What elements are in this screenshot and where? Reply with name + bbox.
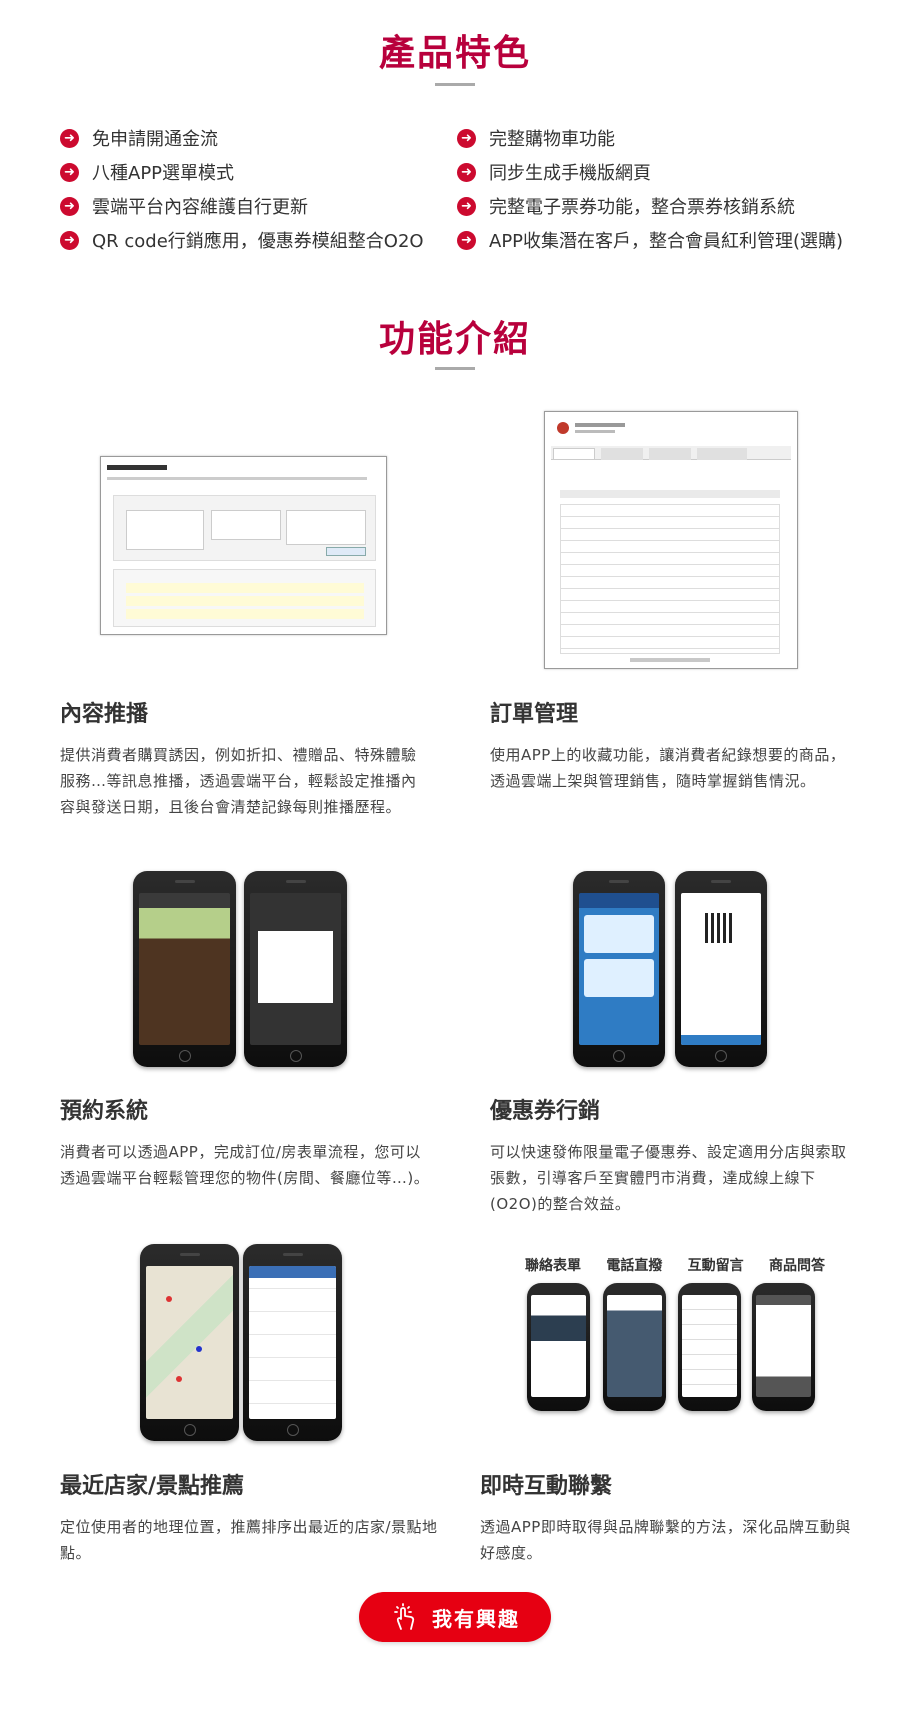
feature-description: 透過APP即時取得與品牌聯繫的方法，深化品牌互動與好感度。 [480, 1518, 851, 1562]
contact-form-phone [527, 1283, 590, 1411]
functions-title: 功能介紹 [378, 319, 531, 360]
feature-reservation: 預約系統 消費者可以透過APP，完成訂位/房表單流程，您可以透過雲端平台輕鬆管理… [60, 1093, 430, 1191]
feature-item: ➜ QR code行銷應用，優惠券模組整合O2O [60, 223, 424, 257]
arrow-right-icon: ➜ [457, 162, 476, 182]
features-title: 產品特色 [378, 33, 531, 74]
feature-item: ➜ 同步生成手機版網頁 [457, 155, 843, 189]
feature-description: 定位使用者的地理位置，推薦排序出最近的店家/景點地點。 [60, 1518, 438, 1562]
nearby-list-phone [243, 1244, 342, 1441]
arrow-right-icon: ➜ [60, 230, 79, 250]
functions-title-underline [435, 367, 475, 370]
feature-coupon: 優惠券行銷 可以快速發佈限量電子優惠券、設定適用分店與索取張數，引導客戶至實體門… [490, 1093, 860, 1217]
feature-description: 消費者可以透過APP，完成訂位/房表單流程，您可以透過雲端平台輕鬆管理您的物件(… [60, 1143, 430, 1187]
interaction-label: 聯絡表單 [525, 1258, 581, 1274]
nearby-map-phone [140, 1244, 239, 1441]
push-notification-screenshot [100, 456, 387, 635]
interaction-label: 互動留言 [687, 1258, 744, 1274]
features-list-left: ➜ 免申請開通金流 ➜ 八種APP選單模式 ➜ 雲端平台內容維護自行更新 ➜ QR co… [60, 121, 424, 257]
interest-button[interactable]: 我有興趣 [359, 1592, 551, 1642]
feature-title: 最近店家/景點推薦 [60, 1474, 245, 1499]
feature-interaction: 即時互動聯繫 透過APP即時取得與品牌聯繫的方法，深化品牌互動與好感度。 [480, 1468, 860, 1566]
feature-item: ➜ 完整購物車功能 [457, 121, 843, 155]
order-management-screenshot [544, 411, 798, 669]
arrow-right-icon: ➜ [60, 196, 79, 216]
feature-push-notification: 內容推播 提供消費者購買誘因，例如折扣、禮贈品、特殊體驗服務…等訊息推播，透過雲… [60, 696, 430, 820]
product-qa-phone [752, 1283, 815, 1411]
coupon-phone-2 [675, 871, 767, 1067]
comment-phone [678, 1283, 741, 1411]
feature-item: ➜ 八種APP選單模式 [60, 155, 424, 189]
feature-title: 優惠券行銷 [490, 1099, 601, 1124]
feature-order-management: 訂單管理 使用APP上的收藏功能，讓消費者紀錄想要的商品，透過雲端上架與管理銷售… [490, 696, 860, 794]
feature-item: ➜ 免申請開通金流 [60, 121, 424, 155]
coupon-phone-1 [573, 871, 665, 1067]
interest-button-label: 我有興趣 [432, 1606, 520, 1631]
arrow-right-icon: ➜ [60, 162, 79, 182]
features-list-right: ➜ 完整購物車功能 ➜ 同步生成手機版網頁 ➜ 完整電子票券功能，整合票券核銷系統 ➜… [457, 121, 843, 257]
feature-item: ➜ 雲端平台內容維護自行更新 [60, 189, 424, 223]
interaction-label: 商品問答 [768, 1258, 825, 1274]
arrow-right-icon: ➜ [457, 196, 476, 216]
feature-description: 提供消費者購買誘因，例如折扣、禮贈品、特殊體驗服務…等訊息推播，透過雲端平台，輕… [60, 746, 417, 816]
feature-description: 可以快速發佈限量電子優惠券、設定適用分店與索取張數，引導客戶至實體門市消費，達成… [490, 1143, 847, 1213]
interaction-labels: 聯絡表單 電話直撥 互動留言 商品問答 [525, 1255, 825, 1275]
arrow-right-icon: ➜ [457, 230, 476, 250]
features-title-underline [435, 83, 475, 86]
feature-title: 即時互動聯繫 [480, 1474, 613, 1499]
feature-description: 使用APP上的收藏功能，讓消費者紀錄想要的商品，透過雲端上架與管理銷售，隨時掌握… [490, 746, 846, 790]
reservation-phone-1 [133, 871, 236, 1067]
reservation-phone-2 [244, 871, 347, 1067]
feature-title: 內容推播 [60, 702, 149, 727]
feature-title: 預約系統 [60, 1099, 149, 1124]
arrow-right-icon: ➜ [60, 128, 79, 148]
hand-pointer-icon [394, 1603, 415, 1630]
arrow-right-icon: ➜ [457, 128, 476, 148]
interaction-label: 電話直撥 [606, 1258, 663, 1274]
feature-item: ➜ 完整電子票券功能，整合票券核銷系統 [457, 189, 843, 223]
phone-call-phone [603, 1283, 666, 1411]
feature-title: 訂單管理 [490, 702, 579, 727]
feature-nearby: 最近店家/景點推薦 定位使用者的地理位置，推薦排序出最近的店家/景點地點。 [60, 1468, 440, 1566]
feature-item: ➜ APP收集潛在客戶，整合會員紅利管理(選購) [457, 223, 843, 257]
